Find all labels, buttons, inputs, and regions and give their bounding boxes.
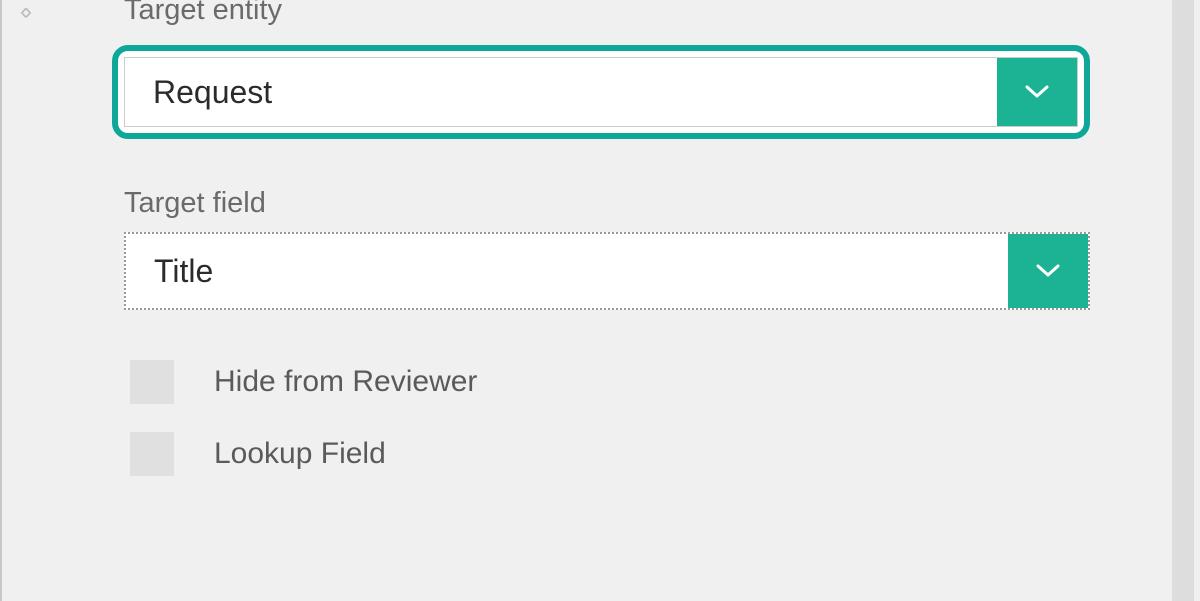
target-field-group: Target field Title	[62, 187, 1090, 310]
target-entity-dropdown-button[interactable]	[997, 58, 1077, 126]
form-panel: ‹› Target entity Request Target field Ti…	[0, 0, 1200, 601]
target-entity-value: Request	[125, 58, 997, 126]
target-entity-group: Target entity Request	[62, 0, 1090, 139]
target-field-dropdown-button[interactable]	[1008, 234, 1088, 308]
lookup-field-row: Lookup Field	[130, 432, 1090, 476]
target-field-label: Target field	[124, 187, 1090, 220]
lookup-field-checkbox[interactable]	[130, 432, 174, 476]
target-field-dropdown[interactable]: Title	[124, 232, 1090, 310]
form-content: Target entity Request Target field Title	[62, 0, 1090, 601]
lookup-field-label: Lookup Field	[214, 437, 386, 471]
chevron-down-icon	[1036, 264, 1060, 278]
checkbox-section: Hide from Reviewer Lookup Field	[62, 360, 1090, 476]
expand-collapse-icon[interactable]: ‹›	[20, 0, 28, 26]
hide-from-reviewer-checkbox[interactable]	[130, 360, 174, 404]
target-entity-dropdown[interactable]: Request	[112, 45, 1090, 139]
hide-from-reviewer-row: Hide from Reviewer	[130, 360, 1090, 404]
chevron-down-icon	[1025, 85, 1049, 99]
target-field-value: Title	[126, 234, 1008, 308]
target-entity-label: Target entity	[124, 0, 1090, 27]
hide-from-reviewer-label: Hide from Reviewer	[214, 365, 477, 399]
scrollbar[interactable]	[1172, 0, 1194, 601]
